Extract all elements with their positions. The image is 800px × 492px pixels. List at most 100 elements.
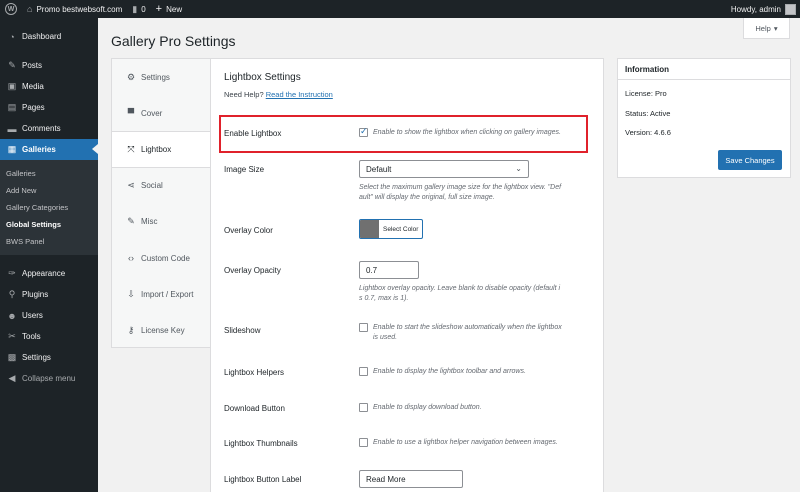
help-tab-button[interactable]: Help ▾ [743,18,790,39]
site-name-label: Promo bestwebsoft.com [36,4,123,14]
dashboard-icon: ◔ [9,31,15,42]
media-icon: ▣ [7,81,17,91]
tab-label: License Key [141,325,185,335]
settings-tabs: ⚙ Settings ▀ Cover ⤧ Lightbox ⋖ Social ✎… [111,58,211,348]
lightbox-thumbnails-label: Lightbox Thumbnails [224,439,298,448]
site-name-link[interactable]: ⌂ Promo bestwebsoft.com [22,0,127,18]
save-changes-button[interactable]: Save Changes [718,150,782,170]
tab-label: Custom Code [141,253,190,263]
image-size-desc-line: ault" will display the original, full si… [359,194,495,201]
submenu-global-settings[interactable]: Global Settings [0,216,98,233]
sidebar-item-pages[interactable]: ▤ Pages [0,97,98,118]
tab-label: Settings [141,72,170,82]
sidebar-item-comments[interactable]: ▬ Comments [0,118,98,139]
galleries-submenu: Galleries Add New Gallery Categories Glo… [0,160,98,255]
select-color-label: Select Color [383,225,419,233]
lightbox-button-label-input[interactable]: Read More [359,470,463,488]
download-button-checkbox[interactable] [359,403,368,412]
key-icon: ⚷ [127,324,135,335]
sidebar-item-label: Pages [22,103,45,112]
overlay-opacity-desc: Lightbox overlay opacity. Leave blank to… [359,284,560,304]
settings-icon: ▩ [7,352,17,362]
slideshow-desc-line: is used. [373,334,398,341]
overlay-opacity-label: Overlay Opacity [224,266,281,275]
slideshow-checkbox[interactable] [359,323,368,332]
sidebar-item-media[interactable]: ▣ Media [0,76,98,97]
appearance-icon: ✑ [8,268,16,278]
image-size-select[interactable]: Default ⌄ [359,160,529,178]
overlay-opacity-desc-line: s 0.7, max is 1). [359,295,409,302]
sidebar-item-label: Dashboard [22,32,62,41]
sidebar-item-settings[interactable]: ▩ Settings [0,347,98,368]
cover-icon: ▀ [127,108,135,119]
comments-icon: ▬ [7,123,17,134]
account-menu[interactable]: Howdy, admin [731,0,796,18]
tab-label: Misc [141,217,158,227]
overlay-opacity-input[interactable]: 0.7 [359,261,419,279]
tab-label: Lightbox [141,144,172,154]
need-help-label: Need Help? [224,90,264,99]
tab-misc[interactable]: ✎ Misc [112,204,210,240]
lightbox-thumbnails-desc: Enable to use a lightbox helper navigati… [373,439,558,446]
submenu-add-new[interactable]: Add New [0,182,98,199]
overlay-opacity-value: 0.7 [366,265,378,275]
tools-icon: ✂ [8,331,16,341]
sidebar-item-dashboard[interactable]: ◔ Dashboard [0,26,98,47]
tab-cover[interactable]: ▀ Cover [112,95,210,131]
sidebar-item-tools[interactable]: ✂ Tools [0,326,98,347]
tab-settings[interactable]: ⚙ Settings [112,59,210,95]
sidebar-item-posts[interactable]: ✎ Posts [0,55,98,76]
tab-custom-code[interactable]: ‹› Custom Code [112,240,210,276]
sidebar-item-label: Comments [22,124,61,133]
lightbox-helpers-checkbox[interactable] [359,367,368,376]
plus-icon: + [155,3,163,15]
lightbox-helpers-desc: Enable to display the lightbox toolbar a… [373,368,526,375]
sidebar-item-label: Appearance [22,269,66,278]
wrench-icon: ✎ [127,216,135,227]
version-text: Version: 4.6.6 [625,128,671,137]
information-title: Information [618,59,790,80]
tab-import-export[interactable]: ⇩ Import / Export [112,276,210,312]
avatar [785,3,796,15]
license-text: License: Pro [625,89,667,98]
lightbox-icon: ⤧ [127,143,135,154]
sidebar-item-plugins[interactable]: ⚲ Plugins [0,284,98,305]
overlay-opacity-desc-line: Lightbox overlay opacity. Leave blank to… [359,285,561,292]
image-size-label: Image Size [224,165,265,174]
collapse-menu-button[interactable]: ◀ Collapse menu [0,368,98,389]
wordpress-icon: W [5,3,17,15]
tab-license-key[interactable]: ⚷ License Key [112,312,210,348]
howdy-label: Howdy, admin [730,4,781,14]
tab-social[interactable]: ⋖ Social [112,168,210,204]
slideshow-label: Slideshow [224,326,261,335]
submenu-gallery-categories[interactable]: Gallery Categories [0,199,98,216]
tab-label: Social [141,181,163,191]
image-size-value: Default [366,164,392,174]
panel-title: Lightbox Settings [224,72,301,83]
need-help: Need Help? Read the Instruction [224,90,333,99]
download-button-desc: Enable to display download button. [373,404,482,411]
select-color-button[interactable]: Select Color [359,219,423,239]
new-content-link[interactable]: + New [151,0,187,18]
sidebar-item-users[interactable]: ☻ Users [0,305,98,326]
sidebar-item-label: Tools [22,332,41,341]
comments-link[interactable]: ▮ 0 [127,0,150,18]
sidebar-item-galleries[interactable]: ▦ Galleries [0,139,98,160]
tab-label: Cover [141,108,163,118]
lightbox-button-label-value: Read More [366,474,406,484]
lightbox-thumbnails-checkbox[interactable] [359,438,368,447]
help-label: Help [755,23,771,33]
submenu-bws-panel[interactable]: BWS Panel [0,233,98,250]
page-title: Gallery Pro Settings [111,33,236,49]
enable-lightbox-checkbox[interactable] [359,126,368,137]
admin-bar: W ⌂ Promo bestwebsoft.com ▮ 0 + New Howd… [0,0,800,18]
color-swatch [360,220,379,238]
read-instruction-link[interactable]: Read the Instruction [266,90,333,99]
submenu-galleries[interactable]: Galleries [0,165,98,182]
image-size-desc-line: Select the maximum gallery image size fo… [359,184,562,191]
tab-lightbox[interactable]: ⤧ Lightbox [112,131,211,168]
tab-label: Import / Export [141,289,194,299]
wordpress-logo-button[interactable]: W [0,0,22,18]
slideshow-desc-line: Enable to start the slideshow automatica… [373,324,562,331]
sidebar-item-appearance[interactable]: ✑ Appearance [0,263,98,284]
